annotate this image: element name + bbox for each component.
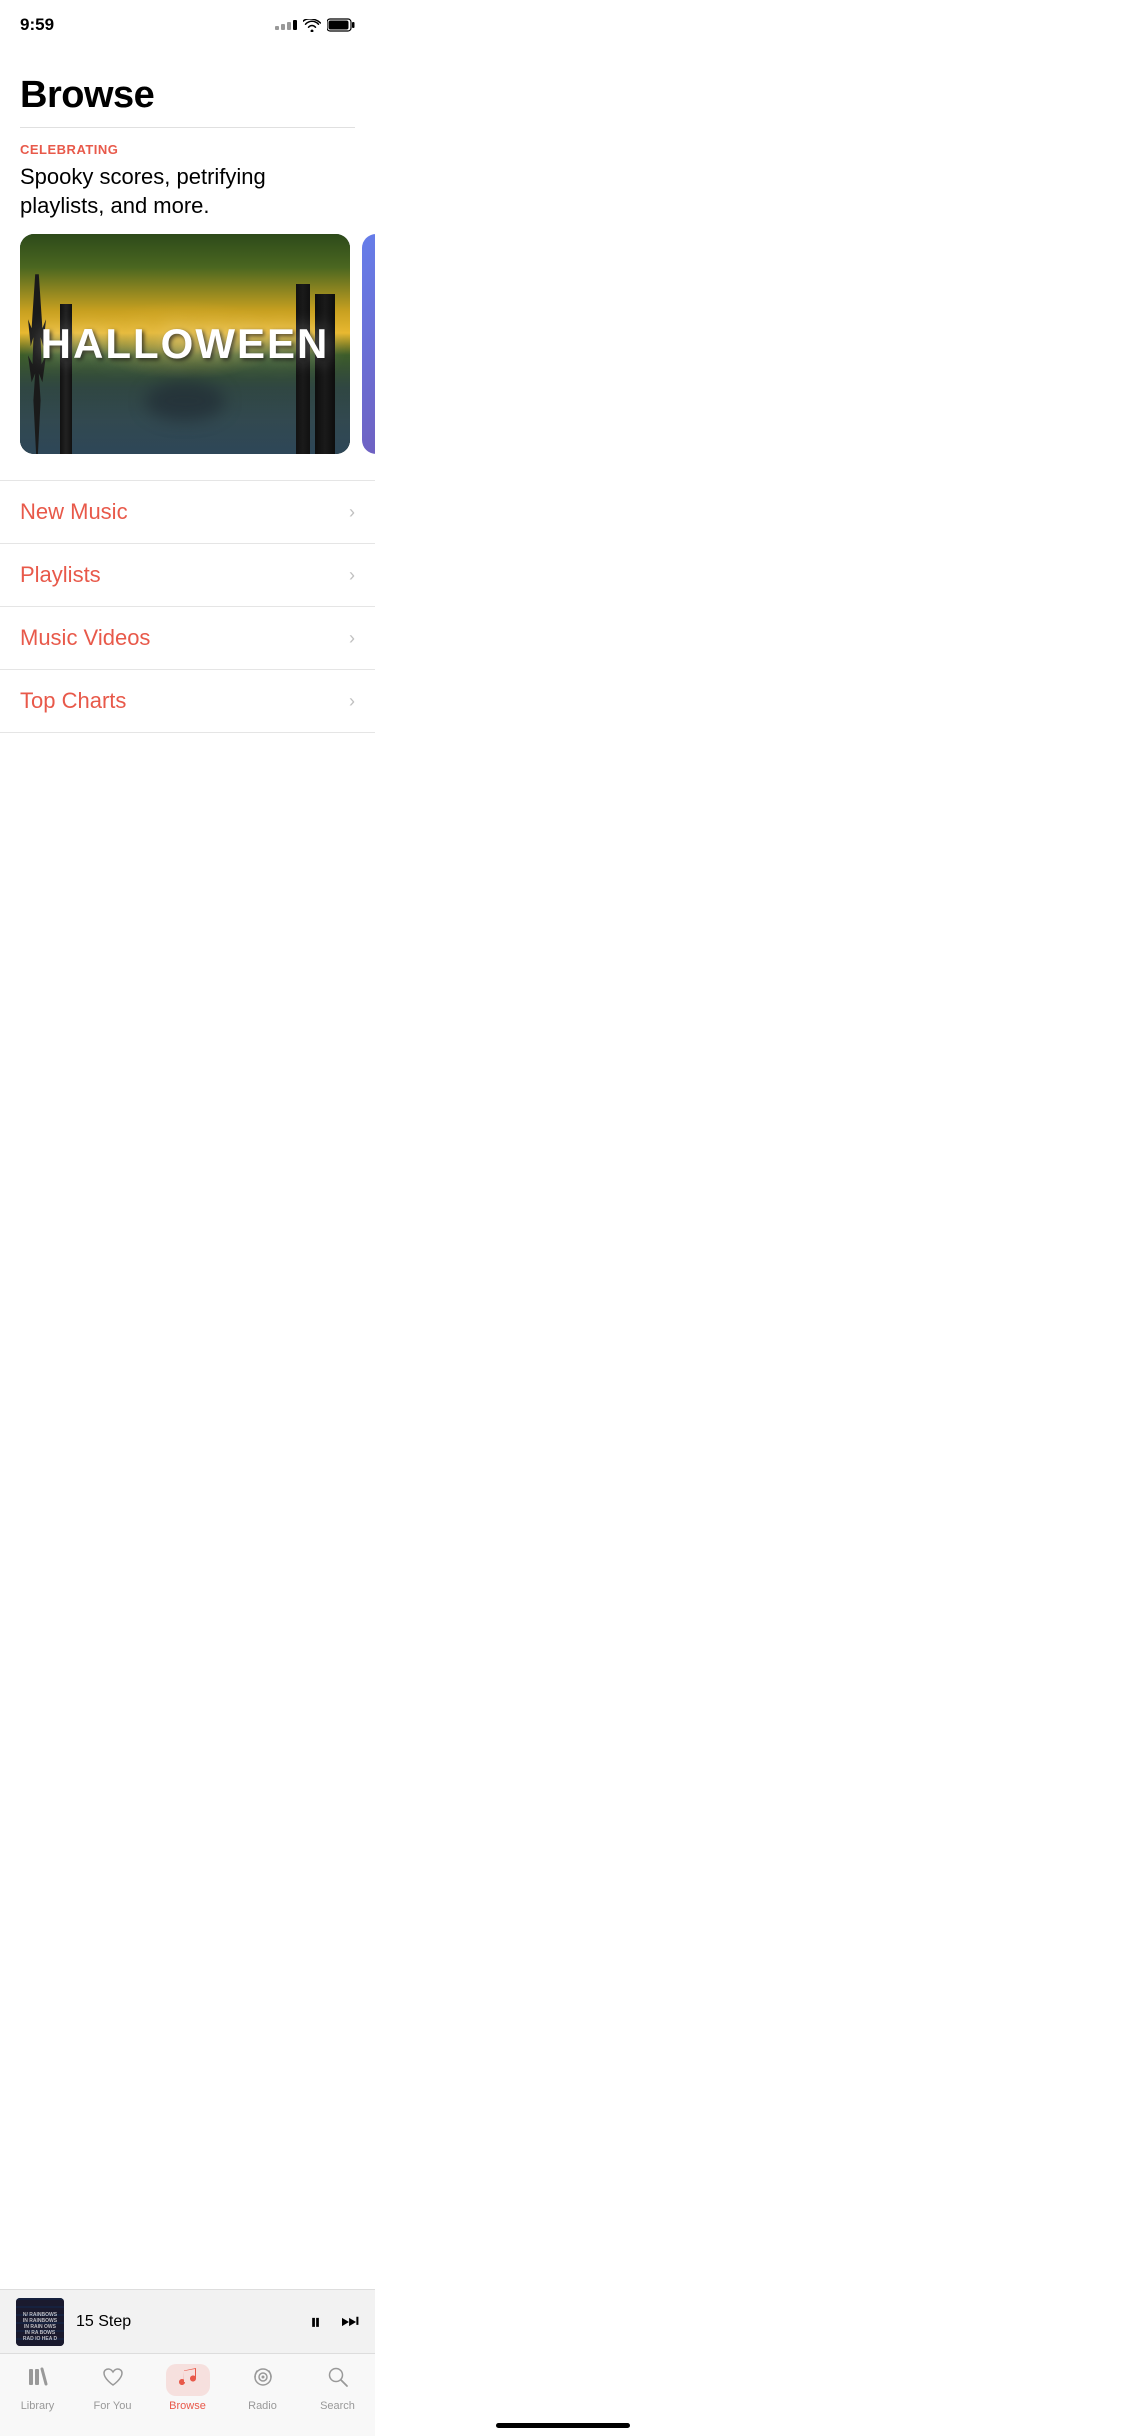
status-bar: 9:59 [0,0,375,44]
featured-section: CELEBRATING Spooky scores, petrifying pl… [0,128,375,470]
wifi-icon [303,19,321,32]
radio-icon [252,2366,274,2394]
tab-bar: Library For You Browse [0,2353,375,2436]
tab-icon-container-browse [166,2364,210,2396]
tab-label-browse: Browse [169,2400,206,2412]
featured-cards-scroll[interactable]: HALLOWEEN N AL [20,234,375,470]
album-art-text: N/ RAINBOWSIN RAINBOWSIN RAIN OWSIN RA B… [18,2312,62,2342]
page-title-container: Browse [0,44,375,127]
tree-right-2 [315,294,335,454]
album-art-bg: N/ RAINBOWSIN RAINBOWSIN RAIN OWSIN RA B… [16,2298,64,2346]
tab-for-you[interactable]: For You [75,2364,150,2412]
status-icons [275,18,355,32]
now-playing-controls: ⏸ ⏭ [310,2309,359,2335]
menu-item-music-videos[interactable]: Music Videos › [0,607,375,670]
tab-search[interactable]: Search [300,2364,375,2412]
menu-item-label-playlists: Playlists [20,562,101,588]
featured-description: Spooky scores, petrifying playlists, and… [20,163,320,220]
tab-browse[interactable]: Browse [150,2364,225,2412]
chevron-right-icon: › [349,565,355,586]
menu-item-label-top-charts: Top Charts [20,688,126,714]
menu-item-playlists[interactable]: Playlists › [0,544,375,607]
tab-label-library: Library [21,2400,55,2412]
chevron-right-icon: › [349,628,355,649]
featured-label: CELEBRATING [20,142,375,157]
tab-icon-container-search [316,2364,360,2396]
pause-button[interactable]: ⏸ [310,2309,321,2335]
signal-icon [275,20,297,30]
heart-icon [102,2367,124,2393]
tab-library[interactable]: Library [0,2364,75,2412]
tab-icon-container-library [16,2364,60,2396]
music-note-icon [177,2366,199,2394]
halloween-bg: HALLOWEEN [20,234,350,454]
tab-radio[interactable]: Radio [225,2364,300,2412]
now-playing-title: 15 Step [76,2313,131,2330]
tab-label-radio: Radio [248,2400,277,2412]
page-title: Browse [20,74,355,117]
library-icon [27,2366,49,2394]
menu-item-top-charts[interactable]: Top Charts › [0,670,375,733]
tab-icon-container-radio [241,2364,285,2396]
menu-item-label-new-music: New Music [20,499,128,525]
menu-item-label-music-videos: Music Videos [20,625,150,651]
status-time: 9:59 [20,15,54,35]
skip-forward-button[interactable]: ⏭ [341,2310,359,2333]
search-icon [327,2366,349,2394]
tree-right-1 [296,284,310,454]
menu-section: New Music › Playlists › Music Videos › T… [0,480,375,733]
halloween-text: HALLOWEEN [41,320,330,368]
battery-icon [327,18,355,32]
now-playing-bar[interactable]: N/ RAINBOWSIN RAINBOWSIN RAIN OWSIN RA B… [0,2289,375,2353]
tab-label-search: Search [320,2400,355,2412]
chevron-right-icon: › [349,691,355,712]
tab-label-for-you: For You [94,2400,132,2412]
now-playing-info: 15 Step [64,2313,310,2331]
halloween-card[interactable]: HALLOWEEN [20,234,350,454]
home-indicator [496,2423,630,2428]
tab-icon-container-for-you [91,2364,135,2396]
chevron-right-icon: › [349,502,355,523]
halloween-shadow [145,381,225,421]
album-art: N/ RAINBOWSIN RAINBOWSIN RAIN OWSIN RA B… [16,2298,64,2346]
menu-item-new-music[interactable]: New Music › [0,480,375,544]
next-featured-card[interactable]: N AL [362,234,375,454]
